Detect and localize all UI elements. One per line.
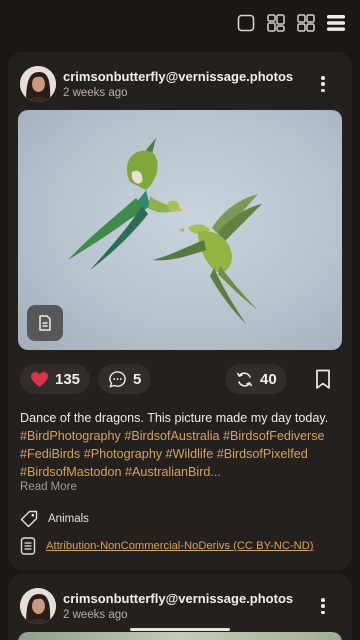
category-row: Animals — [20, 509, 89, 529]
alt-text-button[interactable] — [27, 305, 63, 341]
more-options-icon[interactable] — [320, 598, 326, 614]
like-count: 135 — [55, 370, 81, 388]
post-caption: Dance of the dragons. This picture made … — [20, 409, 342, 481]
category-label[interactable]: Animals — [48, 513, 89, 525]
heart-icon — [31, 371, 48, 387]
post-actions: 135 5 40 — [20, 364, 340, 394]
like-button[interactable]: 135 — [20, 364, 91, 394]
comment-count: 5 — [133, 370, 142, 388]
license-link[interactable]: Attribution-NonCommercial-NoDerivs (CC B… — [46, 540, 314, 552]
home-indicator — [130, 628, 230, 631]
view-mode-switcher — [236, 13, 346, 33]
read-more-link[interactable]: Read More — [20, 481, 77, 493]
avatar[interactable] — [20, 66, 56, 102]
document-icon — [39, 315, 51, 331]
bookmark-icon[interactable] — [312, 368, 334, 390]
license-document-icon — [20, 537, 36, 555]
single-view-icon[interactable] — [236, 13, 256, 33]
username[interactable]: crimsonbutterfly@vernissage.photos — [63, 69, 293, 84]
comment-icon — [109, 370, 126, 388]
birds-image — [68, 138, 262, 324]
timestamp: 2 weeks ago — [63, 609, 128, 621]
compact-grid-icon[interactable] — [266, 13, 286, 33]
top-bar — [0, 0, 360, 46]
list-view-icon[interactable] — [326, 13, 346, 33]
hashtags[interactable]: #BirdPhotography #BirdsofAustralia #Bird… — [20, 429, 325, 479]
boost-button[interactable]: 40 — [225, 364, 287, 394]
boost-count: 40 — [260, 370, 277, 388]
avatar[interactable] — [20, 588, 56, 624]
grid-icon[interactable] — [296, 13, 316, 33]
caption-text: Dance of the dragons. This picture made … — [20, 411, 329, 425]
tag-icon — [20, 510, 38, 528]
post-header: crimsonbutterfly@vernissage.photos 2 wee… — [20, 66, 340, 102]
license-row: Attribution-NonCommercial-NoDerivs (CC B… — [20, 536, 314, 556]
post-photo[interactable] — [18, 632, 342, 640]
timestamp: 2 weeks ago — [63, 87, 128, 99]
more-options-icon[interactable] — [320, 76, 326, 92]
post-header: crimsonbutterfly@vernissage.photos 2 wee… — [20, 588, 340, 624]
username[interactable]: crimsonbutterfly@vernissage.photos — [63, 591, 293, 606]
post-photo[interactable] — [18, 110, 342, 350]
boost-icon — [236, 371, 253, 387]
comment-button[interactable]: 5 — [98, 364, 152, 394]
post-card: crimsonbutterfly@vernissage.photos 2 wee… — [8, 52, 352, 570]
